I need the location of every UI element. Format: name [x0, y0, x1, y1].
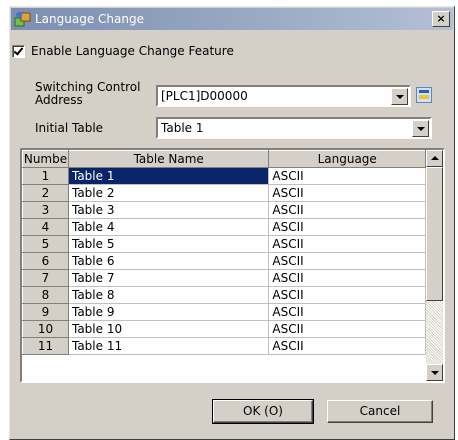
table-row[interactable]: 5 Table 5 ASCII	[22, 235, 426, 253]
row-number[interactable]: 2	[22, 184, 69, 202]
row-number[interactable]: 1	[22, 167, 69, 185]
table-grid[interactable]: Numbe Table Name Language 1 Table 1 ASCII 2…	[20, 148, 445, 383]
row-language[interactable]: ASCII	[268, 269, 426, 287]
table-row[interactable]: 4 Table 4 ASCII	[22, 218, 426, 236]
enable-language-change-checkbox[interactable]: Enable Language Change Feature	[12, 44, 234, 58]
chevron-down-icon[interactable]	[412, 120, 429, 137]
row-table-name[interactable]: Table 10	[67, 320, 270, 338]
row-table-name[interactable]: Table 9	[67, 303, 270, 321]
scroll-down-icon[interactable]	[426, 364, 443, 381]
chevron-down-icon[interactable]	[391, 88, 408, 105]
row-language[interactable]: ASCII	[268, 235, 426, 253]
vertical-scrollbar[interactable]	[426, 150, 443, 381]
table-row[interactable]: 11 Table 11 ASCII	[22, 337, 426, 355]
table-row[interactable]: 9 Table 9 ASCII	[22, 303, 426, 321]
row-table-name[interactable]: Table 1	[67, 167, 270, 185]
initial-table-value: Table 1	[161, 121, 204, 135]
checkmark-icon[interactable]	[12, 44, 25, 58]
row-language[interactable]: ASCII	[268, 286, 426, 304]
row-table-name[interactable]: Table 11	[67, 337, 270, 355]
row-number[interactable]: 3	[22, 201, 69, 219]
initial-table-label: Initial Table	[35, 121, 104, 135]
row-language[interactable]: ASCII	[268, 167, 426, 185]
row-table-name[interactable]: Table 5	[67, 235, 270, 253]
row-language[interactable]: ASCII	[268, 320, 426, 338]
row-language[interactable]: ASCII	[268, 201, 426, 219]
language-change-app-icon	[14, 11, 32, 27]
row-table-name[interactable]: Table 6	[67, 252, 270, 270]
row-language[interactable]: ASCII	[268, 337, 426, 355]
row-number[interactable]: 11	[22, 337, 69, 355]
scrollbar-thumb[interactable]	[426, 167, 443, 301]
switching-control-address-combobox[interactable]: [PLC1]D00000	[156, 85, 411, 107]
initial-table-combobox[interactable]: Table 1	[156, 117, 432, 139]
enable-language-change-label: Enable Language Change Feature	[31, 44, 234, 58]
table-row[interactable]: 7 Table 7 ASCII	[22, 269, 426, 287]
title-bar[interactable]: Language Change ×	[11, 8, 453, 30]
grid-header-row: Numbe Table Name Language	[22, 150, 426, 168]
row-table-name[interactable]: Table 2	[67, 184, 270, 202]
row-number[interactable]: 5	[22, 235, 69, 253]
table-row[interactable]: 6 Table 6 ASCII	[22, 252, 426, 270]
row-number[interactable]: 9	[22, 303, 69, 321]
window-title: Language Change	[35, 12, 144, 26]
row-language[interactable]: ASCII	[268, 184, 426, 202]
table-row[interactable]: 3 Table 3 ASCII	[22, 201, 426, 219]
cancel-button[interactable]: Cancel	[327, 400, 433, 423]
row-number[interactable]: 4	[22, 218, 69, 236]
row-table-name[interactable]: Table 4	[67, 218, 270, 236]
switching-control-label-line2: Address	[35, 93, 83, 107]
table-row[interactable]: 10 Table 10 ASCII	[22, 320, 426, 338]
row-number[interactable]: 6	[22, 252, 69, 270]
header-language[interactable]: Language	[268, 150, 426, 168]
row-number[interactable]: 8	[22, 286, 69, 304]
close-icon[interactable]: ×	[432, 11, 450, 27]
header-table-name[interactable]: Table Name	[67, 150, 270, 168]
row-number[interactable]: 7	[22, 269, 69, 287]
row-table-name[interactable]: Table 3	[67, 201, 270, 219]
row-language[interactable]: ASCII	[268, 218, 426, 236]
scroll-up-icon[interactable]	[426, 150, 443, 167]
switching-control-address-value: [PLC1]D00000	[161, 89, 248, 103]
row-language[interactable]: ASCII	[268, 252, 426, 270]
table-row[interactable]: 2 Table 2 ASCII	[22, 184, 426, 202]
table-row[interactable]: 1 Table 1 ASCII	[22, 167, 426, 185]
ok-button[interactable]: OK (O)	[212, 399, 314, 424]
row-table-name[interactable]: Table 8	[67, 286, 270, 304]
address-input-icon[interactable]	[416, 87, 432, 103]
row-table-name[interactable]: Table 7	[67, 269, 270, 287]
header-number[interactable]: Numbe	[22, 150, 69, 168]
row-language[interactable]: ASCII	[268, 303, 426, 321]
row-number[interactable]: 10	[22, 320, 69, 338]
table-row[interactable]: 8 Table 8 ASCII	[22, 286, 426, 304]
